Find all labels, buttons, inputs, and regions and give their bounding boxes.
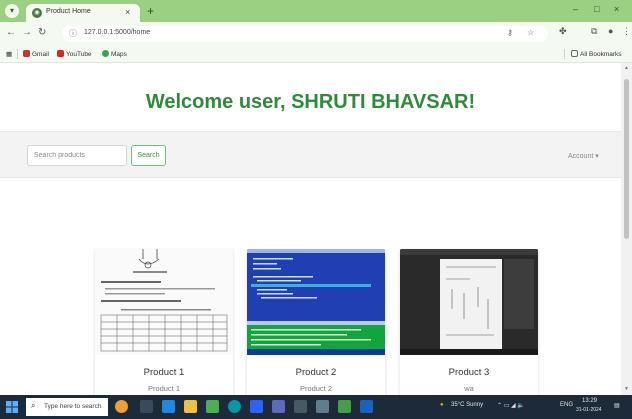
browser-toolbar: ← → ↻ ⓘ 127.0.0.1:5000/home ⚷ ☆ ✤ ⧉ ● ⋮ (0, 22, 632, 46)
file-explorer-icon[interactable] (184, 400, 197, 413)
bookmark-star-icon[interactable]: ☆ (527, 28, 534, 37)
handwritten-notes-image (95, 249, 233, 355)
windows-start-icon[interactable] (6, 401, 18, 413)
weather-icon: ● (440, 402, 444, 408)
product-subtitle: wa (464, 384, 474, 393)
bookmark-separator (564, 49, 565, 59)
maximize-button[interactable]: □ (594, 4, 599, 14)
clock-time[interactable]: 13:29 (582, 398, 597, 404)
chrome-active-icon[interactable] (338, 400, 351, 413)
taskbar-search[interactable]: ⌕ Type here to search (26, 398, 108, 416)
all-bookmarks-label: All Bookmarks (580, 51, 622, 58)
minimize-button[interactable]: – (573, 4, 578, 14)
search-icon: ⌕ (31, 401, 36, 410)
close-window-button[interactable]: × (614, 4, 619, 14)
folder-icon (571, 50, 578, 57)
product-subtitle: Product 1 (147, 384, 181, 393)
code-editor-image (247, 249, 385, 355)
scroll-down-icon[interactable]: ▼ (624, 386, 629, 392)
app-icon[interactable] (272, 400, 285, 413)
search-input[interactable] (27, 145, 127, 166)
scroll-up-icon[interactable]: ▲ (624, 65, 629, 71)
bookmark-youtube[interactable]: YouTube (57, 50, 92, 58)
forward-icon[interactable]: → (22, 27, 32, 38)
bookmarks-bar: ▦ Gmail YouTube Maps All Bookmarks (0, 46, 632, 63)
tab-title: Product Home (46, 8, 91, 15)
welcome-heading: Welcome user, SHRUTI BHAVSAR! (145, 91, 476, 113)
taskbar-search-placeholder: Type here to search (44, 403, 102, 410)
weather-text[interactable]: 35°C Sunny (451, 402, 483, 408)
bookmark-label: Gmail (32, 51, 49, 58)
url-text[interactable]: 127.0.0.1:5000/home (84, 29, 150, 36)
favicon-icon: ◉ (32, 8, 42, 18)
product-card[interactable]: Product 1 Product 1 (95, 249, 233, 395)
scrollbar-thumb[interactable] (624, 79, 629, 239)
store-app-icon[interactable] (206, 400, 219, 413)
language-indicator[interactable]: ENG (560, 402, 573, 408)
address-bar[interactable]: ⓘ 127.0.0.1:5000/home ⚷ ☆ (62, 26, 548, 42)
page-scrollbar[interactable]: ▲ ▼ (621, 63, 632, 395)
tray-icons[interactable]: ⌃ ▭ ◢ 🔈 (497, 402, 525, 409)
account-dropdown[interactable]: Account ▾ (568, 152, 599, 160)
product-image (95, 249, 233, 355)
new-tab-button[interactable]: + (147, 4, 154, 18)
profile-avatar-icon[interactable]: ● (608, 26, 613, 36)
app-icon[interactable] (294, 400, 307, 413)
site-info-icon[interactable]: ⓘ (69, 28, 77, 39)
vscode-app-icon[interactable] (250, 400, 263, 413)
gmail-icon (23, 50, 30, 57)
windows-taskbar: ⌕ Type here to search ● 35°C Sunny ⌃ ▭ ◢… (0, 395, 632, 419)
word-app-icon[interactable] (360, 400, 373, 413)
product-subtitle: Product 2 (299, 384, 333, 393)
youtube-icon (57, 50, 64, 57)
chrome-app-icon[interactable] (228, 400, 241, 413)
edge-app-icon[interactable] (162, 400, 175, 413)
bookmark-maps[interactable]: Maps (102, 50, 127, 58)
product-image (400, 249, 538, 355)
browser-tab[interactable]: ◉ Product Home × (26, 4, 140, 22)
extension-icon[interactable]: ✤ (559, 26, 567, 37)
app-icon[interactable] (316, 400, 329, 413)
product-image (247, 249, 385, 355)
web-page: Welcome user, SHRUTI BHAVSAR! Search Acc… (0, 63, 621, 395)
dark-screen-image (400, 249, 538, 355)
apps-grid-icon[interactable]: ▦ (6, 50, 12, 58)
product-card[interactable]: Product 2 Product 2 (247, 249, 385, 395)
all-bookmarks-button[interactable]: All Bookmarks (571, 50, 622, 58)
product-title[interactable]: Product 1 (95, 367, 233, 378)
bookmark-label: Maps (111, 51, 127, 58)
maps-icon (102, 50, 109, 57)
notifications-icon[interactable]: ▤ (614, 402, 620, 409)
back-icon[interactable]: ← (6, 27, 16, 38)
cortana-app-icon[interactable] (115, 400, 128, 413)
task-view-icon[interactable] (140, 400, 153, 413)
extensions-puzzle-icon[interactable]: ⧉ (591, 26, 597, 37)
bookmark-separator (17, 49, 18, 59)
reload-icon[interactable]: ↻ (38, 27, 46, 38)
tab-close-icon[interactable]: × (125, 7, 130, 17)
product-card[interactable]: Product 3 wa (400, 249, 538, 395)
search-header: Search Account ▾ (0, 131, 621, 178)
search-button[interactable]: Search (131, 145, 166, 166)
browser-tab-bar: ▾ ◉ Product Home × + – □ × (0, 0, 632, 22)
browser-menu-icon[interactable]: ⋮ (622, 26, 631, 37)
bookmark-label: YouTube (66, 51, 92, 58)
product-title[interactable]: Product 2 (247, 367, 385, 378)
password-key-icon[interactable]: ⚷ (507, 28, 513, 37)
tab-search-icon[interactable]: ▾ (5, 4, 19, 18)
product-title[interactable]: Product 3 (400, 367, 538, 378)
clock-date[interactable]: 31-01-2024 (576, 407, 602, 413)
bookmark-gmail[interactable]: Gmail (23, 50, 49, 58)
